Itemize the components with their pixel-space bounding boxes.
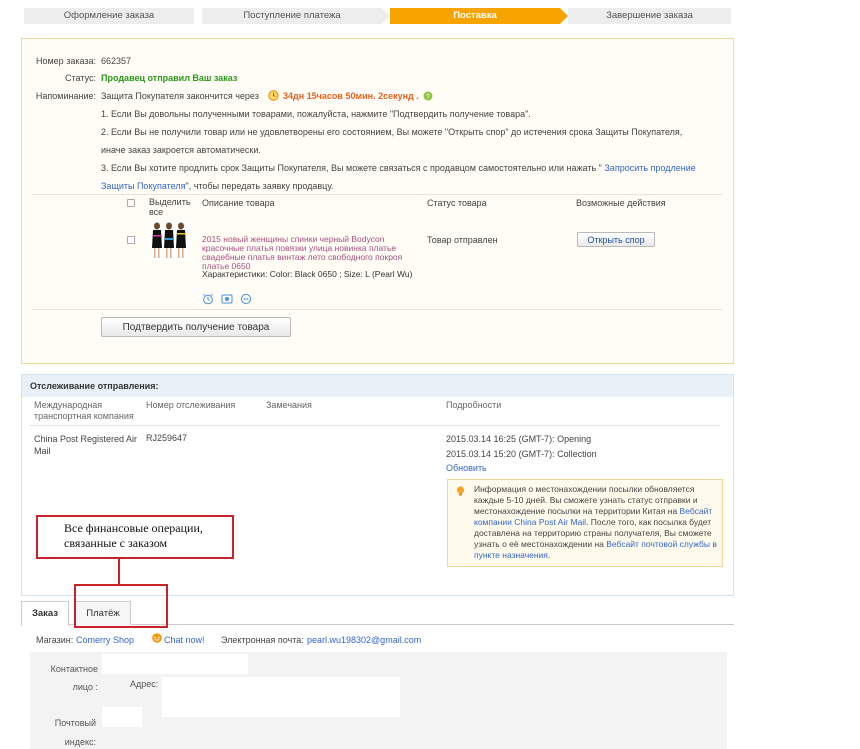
carrier-name: China Post Registered Air Mail	[34, 434, 138, 456]
product-image[interactable]	[149, 220, 189, 260]
col-description: Описание товара	[202, 198, 275, 208]
tracking-event: 2015.03.14 15:20 (GMT-7): Collection	[446, 449, 597, 459]
info-text: .	[547, 550, 551, 560]
chat-now-link[interactable]: Chat now!	[164, 635, 205, 645]
reminder-text: Защита Покупателя закончится через	[101, 91, 259, 101]
product-attributes: Характеристики: Color: Black 0650 ; Size…	[202, 269, 413, 279]
clock-icon	[268, 90, 279, 103]
step-label: Поступление платежа	[243, 10, 341, 21]
seller-email-link[interactable]: pearl.wu198302@gmail.com	[307, 635, 421, 645]
buyer-protection-link[interactable]: Защиты Покупателя	[101, 181, 186, 191]
divider	[32, 309, 722, 310]
note-2: 2. Если Вы не получили товар или не удов…	[101, 127, 683, 137]
photo-icon[interactable]	[221, 293, 233, 307]
col-actions: Возможные действия	[576, 198, 666, 208]
contact-details-panel: Контактное лицо : Адрес: Почтовый индекс…	[30, 652, 727, 749]
note-2-continued: иначе заказ закроется автоматически.	[101, 145, 261, 155]
tracking-info-notice: Информация о местонахождении посылки обн…	[447, 479, 723, 567]
info-text: Информация о местонахождении посылки обн…	[474, 484, 698, 516]
svg-text:?: ?	[426, 94, 430, 101]
step-ordering: Оформление заказа	[24, 8, 194, 24]
order-info-panel: Номер заказа: 662357 Статус: Продавец от…	[21, 38, 734, 364]
step-separator	[194, 8, 202, 24]
divider	[32, 194, 722, 195]
order-status: Продавец отправил Ваш заказ	[101, 73, 238, 83]
order-number: 662357	[101, 56, 132, 66]
step-separator	[560, 8, 568, 24]
tracking-header: Отслеживание отправления:	[22, 375, 733, 397]
select-all-label: Выделить все	[149, 197, 191, 217]
request-extension-link[interactable]: Запросить продление	[604, 163, 695, 173]
divider	[30, 425, 720, 426]
order-progress-steps: Оформление заказа Поступление платежа По…	[24, 8, 731, 24]
postal-code-label: Почтовый индекс:	[54, 718, 96, 747]
confirm-receipt-button[interactable]: Подтвердить получение товара	[101, 317, 291, 337]
note-3-end: ", чтобы передать заявку продавцу.	[185, 181, 334, 191]
step-delivery: Поставка	[390, 8, 560, 24]
shop-label: Магазин:	[36, 635, 74, 645]
tab-order[interactable]: Заказ	[21, 601, 69, 626]
order-number-label: Номер заказа:	[35, 56, 96, 66]
tracking-number: RJ259647	[146, 433, 188, 443]
note-3-text: 3. Если Вы хотите продлить срок Защиты П…	[101, 163, 602, 173]
annotation-connector	[118, 559, 120, 585]
email-label: Электронная почта:	[221, 635, 304, 645]
protection-countdown: 34дн 15часов 50мин. 2секунд .	[283, 91, 419, 101]
col-details: Подробности	[446, 400, 502, 410]
note-3-continued: Защиты Покупателя", чтобы передать заявк…	[101, 181, 333, 191]
lightbulb-icon	[456, 486, 465, 499]
chat-icon[interactable]	[240, 293, 252, 307]
select-all-checkbox[interactable]	[127, 199, 135, 207]
redacted-field	[102, 707, 142, 727]
step-label: Оформление заказа	[63, 10, 155, 21]
alarm-icon[interactable]	[202, 293, 214, 307]
help-icon[interactable]: ?	[423, 91, 433, 103]
annotation-highlight-box	[74, 584, 168, 628]
product-title-link[interactable]: 2015 новый женщины спинки черный Bodycon…	[202, 235, 420, 271]
col-carrier: Международная транспортная компания	[34, 400, 134, 421]
address-label: Адрес:	[130, 679, 159, 689]
status-label: Статус:	[65, 73, 96, 83]
note-3: 3. Если Вы хотите продлить срок Защиты П…	[101, 163, 696, 173]
open-dispute-button[interactable]: Открыть спор	[577, 232, 655, 247]
chat-bubble-icon[interactable]	[151, 633, 163, 646]
step-separator	[382, 8, 390, 24]
refresh-tracking-link[interactable]: Обновить	[446, 463, 487, 473]
col-tracking-number: Номер отслеживания	[146, 400, 236, 410]
redacted-field	[102, 654, 248, 674]
step-complete: Завершение заказа	[568, 8, 731, 24]
product-checkbox[interactable]	[127, 236, 135, 244]
tracking-panel: Отслеживание отправления: Международная …	[21, 374, 734, 596]
shop-name-link[interactable]: Comerry Shop	[76, 635, 134, 645]
col-item-status: Статус товара	[427, 198, 487, 208]
annotation-callout: Все финансовые операции, связанные с зак…	[36, 515, 234, 559]
annotation-text: Все финансовые операции, связанные с зак…	[64, 521, 203, 550]
item-status: Товар отправлен	[427, 235, 498, 245]
tracking-event: 2015.03.14 16:25 (GMT-7): Opening	[446, 434, 592, 444]
contact-person-label: Контактное лицо :	[50, 664, 98, 692]
step-label: Завершение заказа	[606, 10, 693, 21]
col-remarks: Замечания	[266, 400, 312, 410]
redacted-field	[162, 677, 400, 717]
step-label: Поставка	[453, 10, 497, 21]
reminder-label: Напоминание:	[35, 91, 96, 101]
note-1: 1. Если Вы довольны полученными товарами…	[101, 109, 531, 119]
step-payment: Поступление платежа	[202, 8, 382, 24]
tracking-info-text: Информация о местонахождении посылки обн…	[474, 484, 718, 561]
